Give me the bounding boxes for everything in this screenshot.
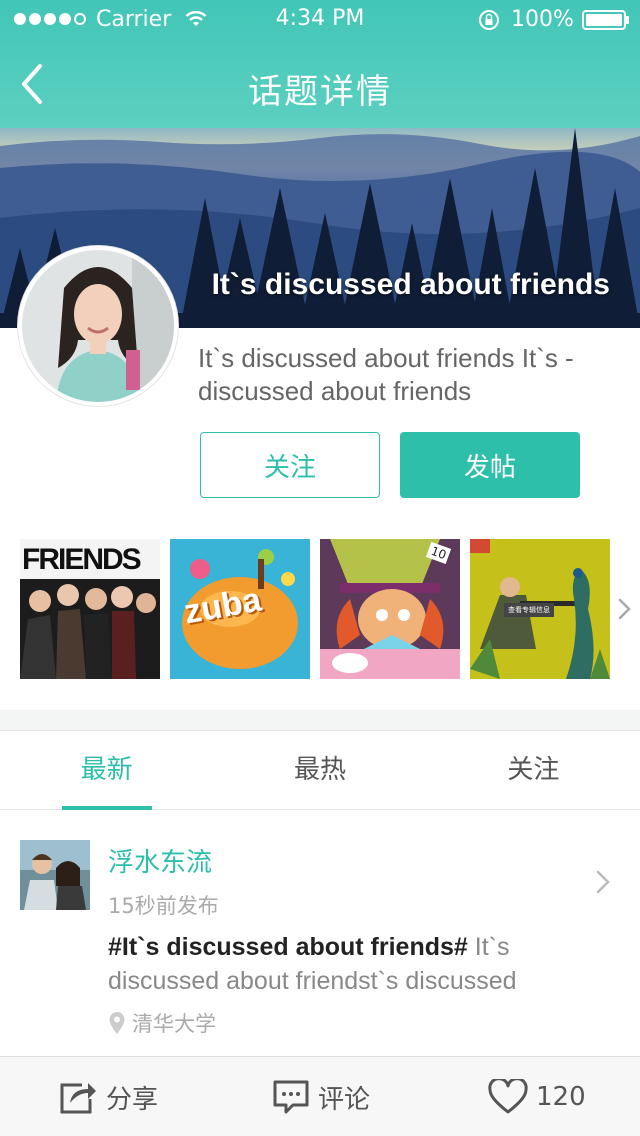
like-count: 120 — [536, 1082, 586, 1112]
page-title: 话题详情 — [248, 72, 392, 112]
tab-latest[interactable]: 最新 — [0, 731, 213, 810]
post-item[interactable]: 浮水东流 15秒前发布 #It`s discussed about friend… — [0, 810, 640, 1056]
post-author-avatar[interactable] — [20, 840, 90, 910]
topic-banner-title: It`s discussed about friends — [211, 268, 610, 301]
tab-hot[interactable]: 最热 — [213, 731, 426, 809]
comment-button[interactable]: 评论 — [272, 1057, 370, 1136]
thumbnail-caption: 查看专辑信息 — [504, 603, 554, 617]
feed-tabs: 最新 最热 关注 — [0, 730, 640, 810]
status-bar: Carrier 4:34 PM 100% — [0, 0, 640, 40]
thumbnail-friends[interactable]: FRIENDS — [20, 539, 160, 679]
post-content: #It`s discussed about friends# It`s disc… — [108, 930, 618, 998]
thumbnail-peacock[interactable]: 查看专辑信息 — [470, 539, 610, 679]
follow-button[interactable]: 关注 — [200, 432, 380, 498]
new-post-button[interactable]: 发帖 — [400, 432, 580, 498]
share-icon — [60, 1083, 96, 1114]
post-author-name[interactable]: 浮水东流 — [108, 842, 212, 879]
nav-bar: 话题详情 — [0, 40, 640, 128]
heart-icon — [488, 1079, 528, 1114]
share-label: 分享 — [106, 1084, 159, 1115]
thumbnail-zuba[interactable]: zuba — [170, 539, 310, 679]
post-location: 清华大学 — [108, 1008, 216, 1038]
chevron-right-icon[interactable] — [594, 868, 612, 896]
tab-following[interactable]: 关注 — [427, 731, 640, 809]
chevron-right-icon[interactable] — [616, 596, 634, 622]
thumbnail-caption: FRIENDS — [22, 543, 142, 576]
rotation-lock-icon — [479, 10, 499, 30]
topic-description: It`s discussed about friends It`s - disc… — [198, 343, 574, 406]
post-topic-tag[interactable]: #It`s discussed about friends# — [108, 933, 468, 961]
thumbnail-hatter[interactable]: 10 — [320, 539, 460, 679]
battery-icon — [582, 10, 629, 30]
app-header: Carrier 4:34 PM 100% 话题详情 — [0, 0, 640, 128]
thumbnail-strip: FRIENDS zuba 10 查看专辑信息 — [20, 539, 610, 679]
location-pin-icon — [109, 1012, 125, 1034]
battery-percent: 100% — [511, 7, 574, 32]
avatar-image — [22, 250, 174, 402]
topic-info-card: It`s discussed about friends It`s - disc… — [0, 246, 640, 710]
post-location-label: 清华大学 — [132, 1012, 216, 1036]
like-button[interactable]: 120 — [488, 1057, 586, 1136]
share-button[interactable]: 分享 — [58, 1057, 158, 1136]
comment-icon — [273, 1080, 309, 1114]
post-timestamp: 15秒前发布 — [108, 894, 219, 918]
topic-avatar[interactable] — [18, 246, 178, 406]
comment-label: 评论 — [318, 1084, 371, 1115]
bottom-action-bar: 分享 评论 120 — [0, 1056, 640, 1136]
